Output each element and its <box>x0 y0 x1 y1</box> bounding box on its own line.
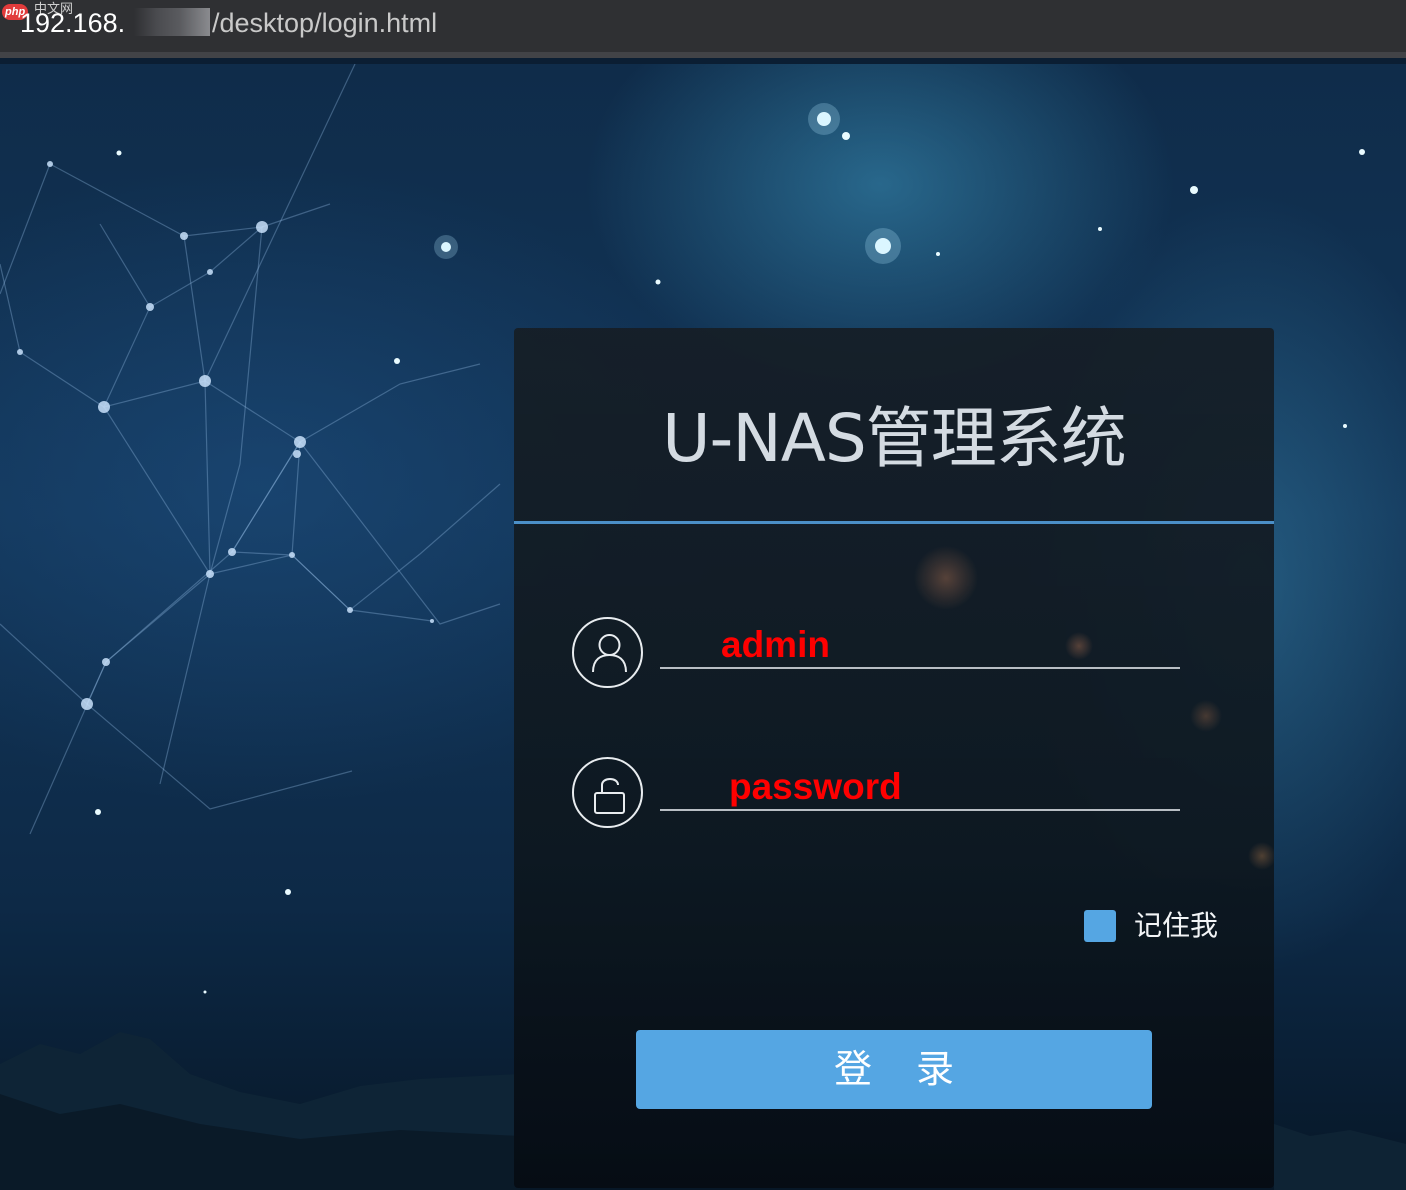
url-path: /desktop/login.html <box>212 8 438 38</box>
user-icon <box>572 617 643 688</box>
username-input[interactable] <box>660 623 1180 669</box>
password-input[interactable] <box>660 765 1180 811</box>
page-title: U-NAS管理系统 <box>662 400 1127 477</box>
browser-address-bar[interactable]: php 中文网 192.168. /desktop/login.html <box>0 0 1406 58</box>
login-button[interactable]: 登 录 <box>636 1030 1152 1109</box>
title-divider <box>514 521 1274 524</box>
unlock-icon <box>572 757 643 828</box>
remember-label: 记住我 <box>1134 909 1219 942</box>
login-panel: U-NAS管理系统 记住我 登 录 <box>514 328 1274 1188</box>
url-host: 192.168. <box>20 8 126 38</box>
url-redaction <box>134 8 210 36</box>
remember-checkbox[interactable] <box>1084 910 1116 942</box>
